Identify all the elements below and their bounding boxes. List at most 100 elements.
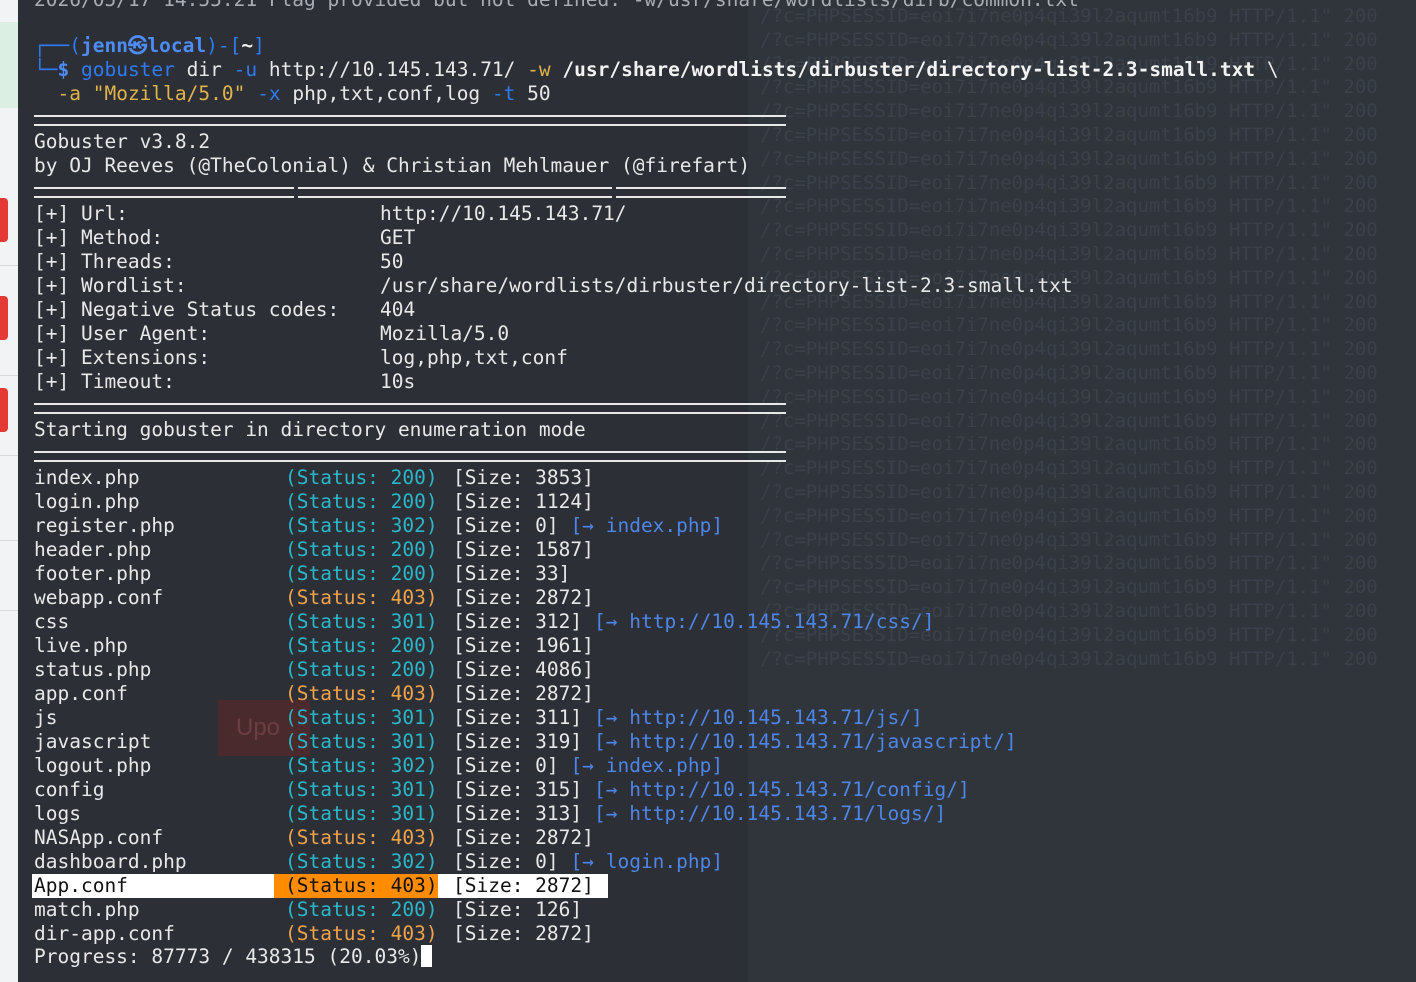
result-size: [Size: 2872] (453, 586, 594, 609)
command-flag: -u (233, 58, 258, 81)
config-value: /usr/share/wordlists/dirbuster/directory… (380, 274, 1073, 297)
result-row[interactable]: register.php (Status: 302) [Size: 0] [→ ind… (34, 514, 1134, 538)
result-row[interactable]: js (Status: 301) [Size: 311] [→ http://10.1… (34, 706, 1134, 730)
config-value: Mozilla/5.0 (380, 322, 510, 345)
config-key: [+] Extensions: (34, 346, 211, 369)
result-path: register.php (34, 514, 175, 537)
background-red-marker (0, 296, 8, 340)
result-redirect-link[interactable]: [→ login.php] (571, 850, 724, 874)
result-path: js (34, 706, 58, 729)
background-divider (0, 265, 18, 266)
result-path: match.php (34, 898, 140, 921)
result-status: (Status: 200) (285, 898, 438, 921)
config-key: [+] User Agent: (34, 322, 211, 345)
result-path: webapp.conf (34, 586, 164, 609)
progress-line: Progress: 87773 / 438315 (20.03%) (34, 945, 433, 969)
result-status: (Status: 200) (285, 538, 438, 561)
result-size: [Size: 1961] (453, 634, 594, 657)
background-log-line: /?c=PHPSESSID=eoi7i7ne0p4qi39l2aqumt16b9… (760, 124, 1378, 146)
config-key: [+] Threads: (34, 250, 175, 273)
result-row[interactable]: logs (Status: 301) [Size: 313] [→ http://10… (34, 802, 1134, 826)
result-row[interactable]: dir-app.conf (Status: 403) [Size: 2872] (34, 922, 1134, 946)
result-status: (Status: 200) (285, 466, 438, 489)
result-path: config (34, 778, 105, 801)
command-flag: -t (491, 82, 516, 105)
result-row[interactable]: dashboard.php (Status: 302) [Size: 0] [→ lo… (34, 850, 1134, 874)
result-row[interactable]: match.php (Status: 200) [Size: 126] (34, 898, 1134, 922)
terminal-cursor (421, 945, 433, 967)
banner-version: Gobuster v3.8.2 (34, 130, 211, 153)
result-size: [Size: 2872] (453, 874, 594, 897)
prompt-dollar: $ (57, 58, 70, 81)
config-key: [+] Negative Status codes: (34, 298, 340, 321)
result-status: (Status: 301) (285, 778, 438, 801)
result-redirect-link[interactable]: [→ index.php] (571, 514, 724, 538)
result-row[interactable]: login.php (Status: 200) [Size: 1124] (34, 490, 1134, 514)
result-status: (Status: 302) (285, 850, 438, 873)
result-row[interactable]: header.php (Status: 200) [Size: 1587] (34, 538, 1134, 562)
command-line: └─$ gobuster dir -u http://10.145.143.71… (34, 58, 1279, 82)
result-status: (Status: 403) (285, 874, 438, 897)
result-row[interactable]: NASApp.conf (Status: 403) [Size: 2872] (34, 826, 1134, 850)
config-key: [+] Url: (34, 202, 128, 225)
command-wordlist: /usr/share/wordlists/dirbuster/directory… (562, 58, 1256, 81)
config-block: [+] Url: http://10.145.143.71/ [+] Method:… (34, 202, 1134, 394)
result-row[interactable]: App.conf (Status: 403) [Size: 2872] (34, 874, 1134, 898)
result-size: [Size: 2872] (453, 922, 594, 945)
result-redirect-link[interactable]: [→ http://10.145.143.71/logs/] (594, 802, 946, 826)
result-path: NASApp.conf (34, 826, 164, 849)
result-path: css (34, 610, 70, 633)
result-status: (Status: 302) (285, 754, 438, 777)
result-size: [Size: 0] (453, 754, 559, 777)
result-row[interactable]: webapp.conf (Status: 403) [Size: 2872] (34, 586, 1134, 610)
result-row[interactable]: logout.php (Status: 302) [Size: 0] [→ index… (34, 754, 1134, 778)
result-redirect-link[interactable]: [→ http://10.145.143.71/config/] (594, 778, 970, 802)
result-size: [Size: 4086] (453, 658, 594, 681)
result-row[interactable]: index.php (Status: 200) [Size: 3853] (34, 466, 1134, 490)
result-row[interactable]: footer.php (Status: 200) [Size: 33] (34, 562, 1134, 586)
result-redirect-link[interactable]: [→ http://10.145.143.71/js/] (594, 706, 923, 730)
result-path: javascript (34, 730, 152, 753)
config-value: 50 (380, 250, 404, 273)
result-size: [Size: 1587] (453, 538, 594, 561)
config-separator (34, 403, 786, 414)
background-window-edge (0, 0, 18, 982)
start-message: Starting gobuster in directory enumerati… (34, 418, 586, 441)
result-size: [Size: 2872] (453, 826, 594, 849)
prompt-corner: └─ (34, 58, 58, 81)
result-row[interactable]: javascript (Status: 301) [Size: 319] [→ htt… (34, 730, 1134, 754)
result-status: (Status: 301) (285, 610, 438, 633)
result-path: index.php (34, 466, 140, 489)
result-row[interactable]: live.php (Status: 200) [Size: 1961] (34, 634, 1134, 658)
result-redirect-link[interactable]: [→ index.php] (571, 754, 724, 778)
command-name: gobuster (80, 58, 175, 81)
prompt-frame: ┌──( (34, 34, 81, 57)
config-value: 404 (380, 298, 416, 321)
result-row[interactable]: status.php (Status: 200) [Size: 4086] (34, 658, 1134, 682)
result-row[interactable]: app.conf (Status: 403) [Size: 2872] (34, 682, 1134, 706)
result-redirect-link[interactable]: [→ http://10.145.143.71/javascript/] (594, 730, 1017, 754)
command-extensions: php,txt,conf,log (292, 82, 481, 105)
command-url: http://10.145.143.71/ (268, 58, 516, 81)
config-key: [+] Wordlist: (34, 274, 187, 297)
terminal-window[interactable]: /?c=PHPSESSID=eoi7i7ne0p4qi39l2aqumt16b9… (18, 0, 1416, 982)
result-status: (Status: 200) (285, 562, 438, 585)
result-path: header.php (34, 538, 152, 561)
prompt-dir: ~ (241, 34, 254, 57)
result-path: live.php (34, 634, 128, 657)
command-flag: -x (257, 82, 281, 105)
result-redirect-link[interactable]: [→ http://10.145.143.71/css/] (594, 610, 934, 634)
result-path: status.php (34, 658, 152, 681)
result-path: dashboard.php (34, 850, 187, 873)
result-row[interactable]: css (Status: 301) [Size: 312] [→ http://10.… (34, 610, 1134, 634)
result-status: (Status: 301) (285, 802, 438, 825)
results-list: index.php (Status: 200) [Size: 3853] login.… (32, 466, 1134, 946)
result-row[interactable]: config (Status: 301) [Size: 315] [→ http://… (34, 778, 1134, 802)
background-log-line: /?c=PHPSESSID=eoi7i7ne0p4qi39l2aqumt16b9… (760, 100, 1378, 123)
result-status: (Status: 200) (285, 658, 438, 681)
command-line-cont: -a "Mozilla/5.0" -x php,txt,conf,log -t … (34, 82, 550, 106)
result-size: [Size: 315] (453, 778, 583, 801)
prompt-line: ┌──(jenn㉿local)-[~] (34, 34, 265, 58)
config-value: http://10.145.143.71/ (380, 202, 627, 225)
result-size: [Size: 126] (453, 898, 583, 921)
